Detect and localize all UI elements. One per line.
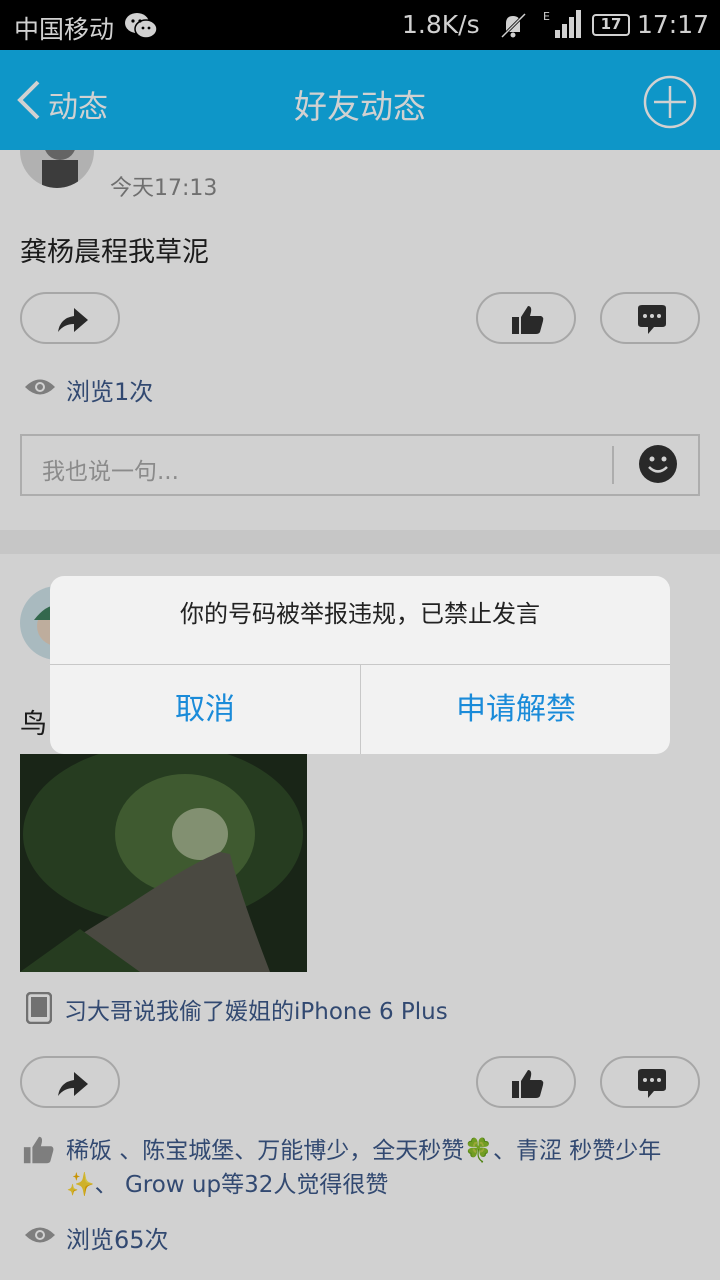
cancel-button[interactable]: 取消 xyxy=(50,665,360,754)
ban-dialog: 你的号码被举报违规，已禁止发言 取消 申请解禁 xyxy=(50,576,670,754)
dialog-message: 你的号码被举报违规，已禁止发言 xyxy=(180,600,540,628)
appeal-unban-button[interactable]: 申请解禁 xyxy=(361,665,670,754)
